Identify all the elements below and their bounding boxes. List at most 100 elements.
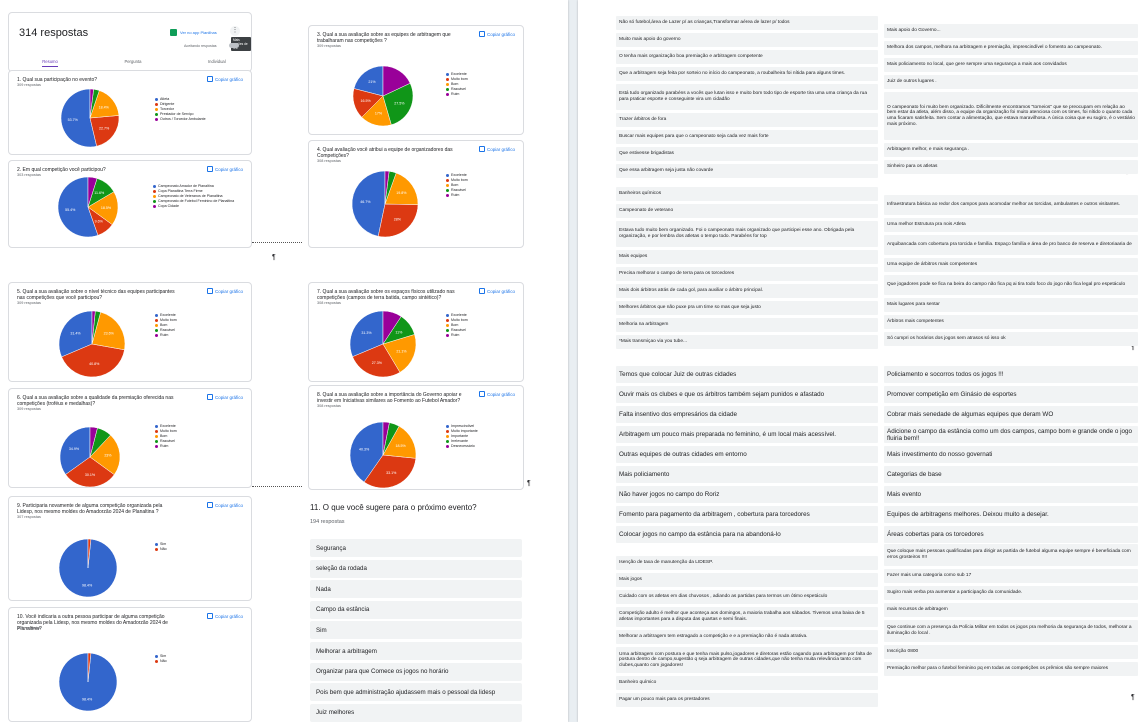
copy-chart-button[interactable]: Copiar gráfico: [206, 613, 243, 619]
suggestion-item: Nada: [310, 580, 522, 599]
legend-label: Não: [160, 659, 167, 663]
legend-label: Ruim: [451, 193, 460, 197]
copy-chart-button[interactable]: Copiar gráfico: [478, 288, 515, 294]
copy-chart-button[interactable]: Copiar gráfico: [478, 31, 515, 37]
chart-legend: Excelente Muito bom Bom Razoável Ruim: [446, 173, 468, 198]
tab-question[interactable]: Pergunta: [124, 59, 141, 67]
copy-chart-label: Copiar gráfico: [214, 394, 243, 400]
response-cell: Que jogadores pode se fica na beira do c…: [884, 275, 1138, 295]
copy-chart-button[interactable]: Copiar gráfico: [478, 146, 515, 152]
response-cell: Mais policiamento: [616, 466, 878, 483]
question-title: 8. Qual a sua avaliação sobre a importân…: [317, 392, 462, 404]
accepting-responses-toggle[interactable]: [229, 43, 239, 48]
legend-dot: [155, 430, 158, 433]
slice-label: 18.4%: [99, 105, 110, 109]
legend-dot: [446, 179, 449, 182]
legend-label: Não: [160, 547, 167, 551]
legend-dot: [155, 435, 158, 438]
slice-label: 55.4%: [65, 208, 76, 212]
response-cell: Melhora dos campos, melhora na arbitrage…: [884, 41, 1138, 55]
response-cell: *Mais transmiçao via you tube...: [616, 335, 878, 349]
chart-legend: Campeonato Amador de Planaltina Copa Plan…: [153, 184, 234, 209]
legend-dot: [155, 329, 158, 332]
response-cell: Uma arbitragem com postura e que tenha m…: [616, 647, 878, 673]
copy-chart-label: Copiar gráfico: [214, 502, 243, 508]
suggestion-item: Juiz melhores: [310, 703, 522, 722]
copy-chart-button[interactable]: Copiar gráfico: [206, 288, 243, 294]
pilcrow-mark: ¶: [527, 480, 531, 487]
response-cell: Adicione o campo da estância como um dos…: [884, 426, 1138, 443]
copy-chart-label: Copiar gráfico: [486, 288, 515, 294]
response-count: 309 respostas: [17, 83, 41, 87]
copy-chart-label: Copiar gráfico: [214, 613, 243, 619]
legend-label: Ruim: [451, 92, 460, 96]
response-cell: Mais apoio do Governo...: [884, 24, 1138, 38]
tab-individual[interactable]: Individual: [208, 59, 226, 67]
slice-label: 33.1%: [386, 471, 397, 475]
legend-label: Copa Cidade: [158, 204, 179, 208]
copy-chart-button[interactable]: Copiar gráfico: [206, 76, 243, 82]
right-document-page: ¶ ¶ ¶ Não só futebol,área de Lazer p/ as…: [578, 0, 1138, 722]
legend-dot: [446, 194, 449, 197]
legend-label: Outros / Torcedor Ambulante: [160, 117, 206, 121]
copy-icon: [206, 394, 213, 400]
copy-chart-label: Copiar gráfico: [214, 76, 243, 82]
slice-label: 18.5%: [101, 206, 112, 210]
view-in-sheets-link[interactable]: Ver no app Planilhas: [170, 29, 217, 36]
legend-dot: [446, 93, 449, 96]
slice-label: 17%: [375, 112, 383, 116]
response-count: 309 respostas: [17, 626, 41, 630]
response-cell: Fazer mais uma categoria como sub 17: [884, 569, 1138, 583]
response-count: 308 respostas: [317, 404, 341, 408]
copy-icon: [478, 31, 485, 37]
slice-label: 18.5%: [395, 444, 406, 448]
suggestion-item: Pois bem que administração ajudassem mai…: [310, 683, 522, 702]
legend-dot: [446, 425, 449, 428]
slice-label: 31.4%: [70, 331, 81, 335]
response-cell: Mais investimento do nosso governati: [884, 446, 1138, 463]
pie-chart: 55.4% 9.6% 18.5% 11.6%: [57, 176, 119, 238]
legend-dot: [153, 185, 156, 188]
q11-title: 11. O que você sugere para o próximo eve…: [310, 503, 477, 512]
response-cell: mais recursos de arbitragem: [884, 603, 1138, 617]
legend-dot: [155, 660, 158, 663]
response-count: 309 respostas: [317, 44, 341, 48]
legend-dot: [155, 103, 158, 106]
slice-label: 31.3%: [361, 331, 372, 335]
pie-chart: 40.3% 33.1% 18.5%: [349, 421, 417, 489]
question-title: 10. Você indicaria a outra pessoa partic…: [17, 614, 168, 632]
legend-dot: [446, 324, 449, 327]
response-cell: Que estivesse brigadistas: [616, 147, 878, 161]
response-cell: Ouvir mais os clubes e que os árbitros t…: [616, 386, 878, 403]
slice-label: 30.1%: [85, 473, 96, 477]
legend-dot: [446, 174, 449, 177]
copy-chart-button[interactable]: Copiar gráfico: [206, 502, 243, 508]
slice-label: 22.7%: [99, 126, 110, 130]
legend-dot: [446, 440, 449, 443]
more-vert-icon[interactable]: ⋮: [230, 26, 240, 36]
slice-label: 23%: [104, 454, 112, 458]
question-card-10: 10. Você indicaria a outra pessoa partic…: [8, 607, 252, 722]
copy-chart-button[interactable]: Copiar gráfico: [206, 394, 243, 400]
separator-dots: [252, 486, 302, 487]
copy-chart-button[interactable]: Copiar gráfico: [478, 391, 515, 397]
copy-icon: [206, 288, 213, 294]
response-cell: Cobrar mais senedade de algumas equipes …: [884, 406, 1138, 423]
legend-dot: [155, 334, 158, 337]
legend-dot: [446, 329, 449, 332]
suggestion-item: Segurança: [310, 539, 522, 557]
response-cell: Cuidado com os atletas em dias chuvosos …: [616, 590, 878, 604]
slice-label: 98.4%: [82, 698, 93, 702]
legend-item: Ruim: [155, 444, 177, 449]
question-title: 6. Qual a sua avaliação sobre a qualidad…: [17, 395, 174, 407]
slice-label: 28%: [394, 218, 402, 222]
tab-summary[interactable]: Resumo: [42, 59, 58, 67]
suggestion-item: Sim: [310, 621, 522, 640]
pie-chart: 31.4% 40.8% 23.6%: [58, 310, 126, 378]
copy-chart-label: Copiar gráfico: [486, 146, 515, 152]
response-cell: Que continue com a presença da Polícia M…: [884, 620, 1138, 642]
response-cell: Promover competição em Ginásio de esport…: [884, 386, 1138, 403]
legend-item: Ruim: [446, 92, 468, 97]
copy-chart-button[interactable]: Copiar gráfico: [206, 166, 243, 172]
response-count: 303 respostas: [17, 173, 41, 177]
